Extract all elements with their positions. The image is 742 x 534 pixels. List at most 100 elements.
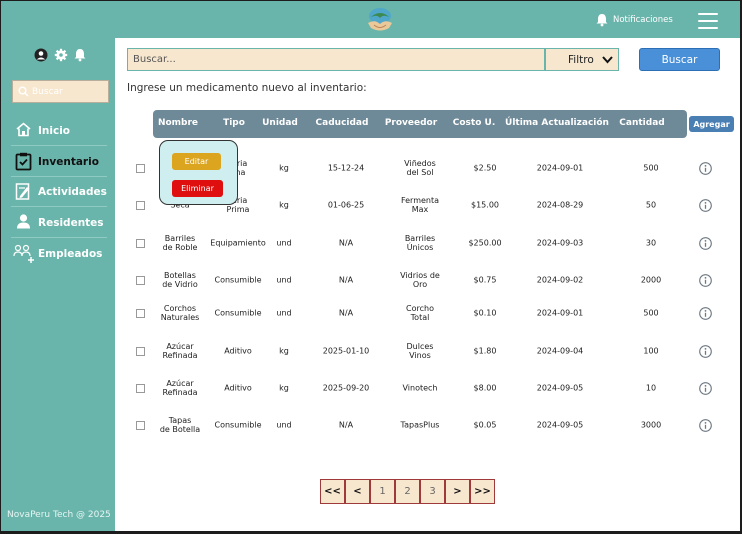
menu-icon[interactable] (698, 13, 718, 29)
notifications-label[interactable]: Notificaciones (613, 15, 673, 25)
row-checkbox[interactable] (136, 384, 145, 393)
cell-nombre: Barriles de Roble (162, 234, 198, 252)
cell-cantidad: 500 (643, 163, 659, 173)
column-header[interactable]: Tipo (223, 118, 245, 128)
edit-doc-icon (15, 183, 30, 200)
row-checkbox[interactable] (136, 276, 145, 285)
table-row[interactable]: Barriles de Roble Equipamiento und N/A Barri… (131, 228, 731, 258)
divider (11, 145, 107, 146)
table-header: Nombre Tipo Unidad Caducidad Proveedor C… (153, 110, 687, 138)
cell-cantidad: 30 (645, 238, 657, 248)
column-header[interactable]: Nombre (158, 118, 198, 128)
cell-caducidad: 15-12-24 (327, 163, 365, 173)
row-checkbox[interactable] (136, 421, 145, 430)
footer-copyright: NovaPeru Tech @ 2025 (7, 510, 111, 520)
column-header[interactable]: Última Actualización (505, 118, 609, 128)
app-window: Notificaciones Buscar Inicio Inventario … (1, 1, 740, 531)
sidebar-item-inicio[interactable]: Inicio (15, 118, 111, 144)
column-header[interactable]: Cantidad (619, 118, 664, 128)
info-icon[interactable] (699, 274, 712, 287)
home-icon (16, 122, 31, 137)
row-checkbox[interactable] (136, 239, 145, 248)
table-row[interactable]: Botellas de Vidrio Consumible und N/A Vidrio… (131, 265, 731, 295)
sidebar-item-inventario[interactable]: Inventario (15, 149, 111, 175)
row-checkbox[interactable] (136, 347, 145, 356)
cell-unidad: kg (279, 383, 289, 393)
delete-button[interactable]: Eliminar (172, 180, 223, 197)
sidebar-search[interactable] (12, 80, 109, 103)
info-icon[interactable] (699, 419, 712, 432)
cell-tipo: Equipamiento (210, 238, 266, 248)
edit-button[interactable]: Editar (172, 153, 221, 170)
cell-proveedor: Vidrios de Oro (400, 271, 440, 289)
filter-dropdown[interactable]: Filtro (545, 48, 619, 71)
column-header[interactable]: Unidad (262, 118, 298, 128)
cell-costo: $0.05 (473, 420, 497, 430)
page-3-button[interactable]: 3 (420, 479, 445, 504)
cell-actualizacion: 2024-09-03 (536, 238, 584, 248)
gear-icon[interactable] (54, 48, 68, 62)
page-1-button[interactable]: 1 (370, 479, 395, 504)
cell-caducidad: 01-06-25 (327, 200, 365, 210)
column-header[interactable]: Costo U. (453, 118, 496, 128)
cell-actualizacion: 2024-09-05 (536, 383, 584, 393)
cell-tipo: Consumible (214, 420, 262, 430)
cell-proveedor: Viñedos del Sol (404, 159, 436, 177)
cell-caducidad: N/A (338, 275, 354, 285)
add-button[interactable]: Agregar (689, 116, 734, 132)
cell-unidad: und (276, 308, 292, 318)
logo-icon (368, 8, 392, 31)
bell-icon[interactable] (73, 48, 87, 62)
bell-icon[interactable] (595, 13, 609, 27)
sidebar-search-input[interactable] (32, 84, 106, 99)
page-2-button[interactable]: 2 (395, 479, 420, 504)
cell-proveedor: Barriles Únicos (404, 234, 436, 252)
cell-nombre: Corchos Naturales (160, 304, 200, 322)
sidebar-item-residentes[interactable]: Residentes (15, 210, 111, 236)
intro-text: Ingrese un medicamento nuevo al inventar… (127, 82, 367, 94)
info-icon[interactable] (699, 345, 712, 358)
cell-tipo: Consumible (214, 308, 262, 318)
info-icon[interactable] (699, 162, 712, 175)
cell-unidad: und (276, 420, 292, 430)
next-page-button[interactable]: > (445, 479, 470, 504)
info-icon[interactable] (699, 237, 712, 250)
user-circle-icon[interactable] (34, 48, 48, 62)
cell-costo: $0.10 (473, 308, 497, 318)
cell-proveedor: Fermenta Max (400, 196, 440, 214)
cell-caducidad: N/A (338, 420, 354, 430)
sidebar-item-empleados[interactable]: Empleados (13, 241, 111, 267)
row-checkbox[interactable] (136, 164, 145, 173)
divider (11, 237, 107, 238)
first-page-button[interactable]: << (320, 479, 345, 504)
cell-nombre: Azúcar Refinada (162, 342, 198, 360)
cell-nombre: Botellas de Vidrio (162, 271, 198, 289)
cell-actualizacion: 2024-09-01 (536, 308, 584, 318)
last-page-button[interactable]: >> (470, 479, 495, 504)
row-checkbox[interactable] (136, 201, 145, 210)
cell-costo: $250.00 (468, 238, 502, 248)
cell-unidad: kg (279, 346, 289, 356)
info-icon[interactable] (699, 307, 712, 320)
table-row[interactable]: Azúcar Refinada Aditivo kg 2025-09-20 Vinote… (131, 373, 731, 403)
table-row[interactable]: Tapas de Botella Consumible und N/A TapasPlu… (131, 410, 731, 440)
cell-cantidad: 500 (643, 308, 659, 318)
divider (11, 206, 107, 207)
cell-actualizacion: 2024-09-01 (536, 163, 584, 173)
cell-costo: $0.75 (473, 275, 497, 285)
clipboard-icon (15, 152, 32, 171)
search-input[interactable] (127, 48, 545, 71)
table-row[interactable]: Azúcar Refinada Aditivo kg 2025-01-10 Dulces… (131, 336, 731, 366)
cell-tipo: Aditivo (224, 346, 252, 356)
column-header[interactable]: Proveedor (385, 118, 437, 128)
sidebar-item-actividades[interactable]: Actividades (15, 179, 111, 205)
group-add-icon (13, 244, 34, 263)
row-checkbox[interactable] (136, 309, 145, 318)
prev-page-button[interactable]: < (345, 479, 370, 504)
info-icon[interactable] (699, 382, 712, 395)
search-button[interactable]: Buscar (639, 48, 720, 71)
column-header[interactable]: Caducidad (316, 118, 369, 128)
table-row[interactable]: Corchos Naturales Consumible und N/A Corcho … (131, 298, 731, 328)
info-icon[interactable] (699, 199, 712, 212)
row-context-menu: Editar Eliminar (159, 140, 238, 205)
